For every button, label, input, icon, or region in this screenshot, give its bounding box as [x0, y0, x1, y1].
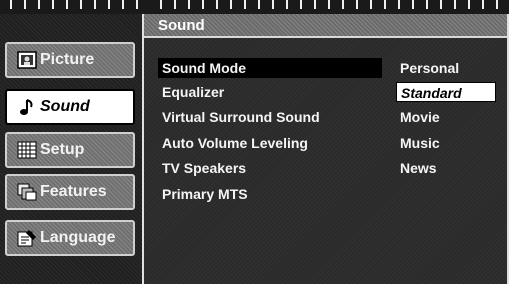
sound-menu-panel: Sound Sound Mode Equalizer Virtual Surro… — [142, 14, 509, 284]
menu-item-equalizer[interactable]: Equalizer — [158, 82, 224, 102]
sidebar: Picture Sound Setup Features Language — [0, 14, 142, 284]
menu-item-virtual-surround-sound[interactable]: Virtual Surround Sound — [158, 107, 320, 127]
sidebar-item-label: Setup — [40, 141, 85, 158]
picture-icon — [17, 51, 37, 69]
option-personal[interactable]: Personal — [396, 58, 459, 78]
panel-header: Sound — [144, 14, 509, 38]
page-title: Sound — [158, 17, 205, 34]
sidebar-item-label: Picture — [40, 51, 95, 68]
menu-item-auto-volume-leveling[interactable]: Auto Volume Leveling — [158, 133, 308, 153]
top-stripe-bar — [0, 0, 509, 14]
option-standard[interactable]: Standard — [396, 82, 496, 102]
sidebar-item-label: Sound — [40, 98, 90, 115]
music-note-icon — [17, 98, 37, 116]
sidebar-item-picture[interactable]: Picture — [5, 42, 135, 78]
sidebar-item-language[interactable]: Language — [5, 220, 135, 256]
sidebar-item-label: Features — [40, 183, 107, 200]
option-news[interactable]: News — [396, 158, 437, 178]
language-icon — [17, 229, 37, 247]
option-movie[interactable]: Movie — [396, 107, 440, 127]
grid-icon — [17, 141, 37, 159]
option-music[interactable]: Music — [396, 133, 440, 153]
sidebar-item-sound[interactable]: Sound — [5, 89, 135, 125]
menu-item-primary-mts[interactable]: Primary MTS — [158, 184, 248, 204]
sidebar-item-setup[interactable]: Setup — [5, 132, 135, 168]
sidebar-item-features[interactable]: Features — [5, 174, 135, 210]
sidebar-item-label: Language — [40, 229, 116, 246]
menu-item-tv-speakers[interactable]: TV Speakers — [158, 158, 246, 178]
features-icon — [17, 183, 37, 201]
menu-item-sound-mode[interactable]: Sound Mode — [158, 58, 382, 78]
